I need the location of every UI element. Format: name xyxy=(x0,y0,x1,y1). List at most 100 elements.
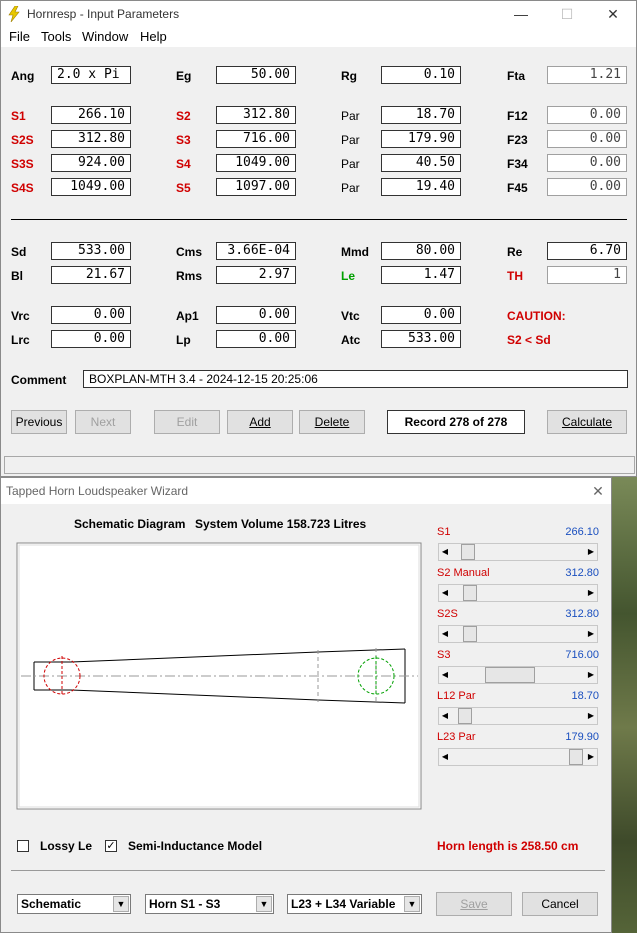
horn-select[interactable]: Horn S1 - S3 ▼ xyxy=(145,894,274,914)
menu-help[interactable]: Help xyxy=(140,29,167,44)
slider-thumb[interactable] xyxy=(458,708,472,724)
field-s3[interactable]: 716.00 xyxy=(216,130,296,148)
calculate-button[interactable]: Calculate xyxy=(547,410,627,434)
cancel-label: Cancel xyxy=(541,897,579,911)
field-f34: 0.00 xyxy=(547,154,627,172)
field-s2[interactable]: 312.80 xyxy=(216,106,296,124)
chevron-right-icon[interactable]: ▶ xyxy=(585,585,597,601)
slider-value: 716.00 xyxy=(565,649,599,661)
delete-button[interactable]: Delete xyxy=(299,410,365,434)
chevron-left-icon[interactable]: ◀ xyxy=(439,585,451,601)
slider-value: 266.10 xyxy=(565,526,599,538)
add-button[interactable]: Add xyxy=(227,410,293,434)
chevron-down-icon[interactable]: ▼ xyxy=(113,896,129,912)
next-button[interactable]: Next xyxy=(75,410,131,434)
label-par-45: Par xyxy=(341,181,360,195)
field-le[interactable]: 1.47 xyxy=(381,266,461,284)
slider-label: S1 xyxy=(437,526,451,538)
cancel-button[interactable]: Cancel xyxy=(522,892,598,916)
slider-track[interactable]: ◀ ▶ xyxy=(438,707,598,725)
field-vtc[interactable]: 0.00 xyxy=(381,306,461,324)
field-th[interactable]: 1 xyxy=(547,266,627,284)
field-l12[interactable]: 18.70 xyxy=(381,106,461,124)
menu-file[interactable]: File xyxy=(9,29,30,44)
field-s2s[interactable]: 312.80 xyxy=(51,130,131,148)
wizard-title-bar[interactable]: Tapped Horn Loudspeaker Wizard ✕ xyxy=(1,478,611,504)
next-label: Next xyxy=(90,415,116,429)
previous-button[interactable]: Previous xyxy=(11,410,67,434)
chevron-right-icon[interactable]: ▶ xyxy=(585,749,597,765)
slider-track[interactable]: ◀ ▶ xyxy=(438,625,598,643)
view-select[interactable]: Schematic ▼ xyxy=(17,894,131,914)
chevron-right-icon[interactable]: ▶ xyxy=(585,667,597,683)
chevron-left-icon[interactable]: ◀ xyxy=(439,708,451,724)
field-rg[interactable]: 0.10 xyxy=(381,66,461,84)
variable-select[interactable]: L23 + L34 Variable ▼ xyxy=(287,894,422,914)
menu-tools[interactable]: Tools xyxy=(41,29,71,44)
wizard-divider xyxy=(11,870,605,871)
close-button[interactable]: ✕ xyxy=(601,4,625,24)
slider-thumb[interactable] xyxy=(461,544,475,560)
field-s3s[interactable]: 924.00 xyxy=(51,154,131,172)
save-button[interactable]: Save xyxy=(436,892,512,916)
maximize-button[interactable]: ☐ xyxy=(555,4,579,24)
label-lrc: Lrc xyxy=(11,333,30,347)
slider-track[interactable]: ◀ ▶ xyxy=(438,748,598,766)
chevron-down-icon[interactable]: ▼ xyxy=(404,896,420,912)
field-bl[interactable]: 21.67 xyxy=(51,266,131,284)
slider-thumb[interactable] xyxy=(463,626,477,642)
field-ap1[interactable]: 0.00 xyxy=(216,306,296,324)
chevron-down-icon[interactable]: ▼ xyxy=(256,896,272,912)
menu-window[interactable]: Window xyxy=(82,29,128,44)
field-l45[interactable]: 19.40 xyxy=(381,178,461,196)
slider-thumb[interactable] xyxy=(569,749,583,765)
slider-track[interactable]: ◀ ▶ xyxy=(438,666,598,684)
slider-label: S2S xyxy=(437,608,458,620)
add-label: Add xyxy=(249,415,271,429)
title-bar[interactable]: Hornresp - Input Parameters — ☐ ✕ xyxy=(1,1,636,27)
label-lp: Lp xyxy=(176,333,191,347)
comment-field[interactable]: BOXPLAN-MTH 3.4 - 2024-12-15 20:25:06 xyxy=(83,370,628,388)
field-s5[interactable]: 1097.00 xyxy=(216,178,296,196)
field-ang[interactable]: 2.0 x Pi xyxy=(51,66,131,84)
label-f45: F45 xyxy=(507,181,528,195)
semi-inductance-checkbox[interactable]: ✓ xyxy=(105,840,117,852)
field-fta: 1.21 xyxy=(547,66,627,84)
field-vrc[interactable]: 0.00 xyxy=(51,306,131,324)
label-s3s: S3S xyxy=(11,157,34,171)
field-eg[interactable]: 50.00 xyxy=(216,66,296,84)
field-s1[interactable]: 266.10 xyxy=(51,106,131,124)
field-sd[interactable]: 533.00 xyxy=(51,242,131,260)
chevron-left-icon[interactable]: ◀ xyxy=(439,667,451,683)
label-rg: Rg xyxy=(341,69,357,83)
field-cms[interactable]: 3.66E-04 xyxy=(216,242,296,260)
field-l23[interactable]: 179.90 xyxy=(381,130,461,148)
chevron-right-icon[interactable]: ▶ xyxy=(585,626,597,642)
field-l34[interactable]: 40.50 xyxy=(381,154,461,172)
chevron-left-icon[interactable]: ◀ xyxy=(439,544,451,560)
field-s4s[interactable]: 1049.00 xyxy=(51,178,131,196)
slider-track[interactable]: ◀ ▶ xyxy=(438,543,598,561)
label-vtc: Vtc xyxy=(341,309,360,323)
lossy-le-checkbox[interactable] xyxy=(17,840,29,852)
chevron-left-icon[interactable]: ◀ xyxy=(439,626,451,642)
field-atc[interactable]: 533.00 xyxy=(381,330,461,348)
slider-track[interactable]: ◀ ▶ xyxy=(438,584,598,602)
minimize-button[interactable]: — xyxy=(509,4,533,24)
field-mmd[interactable]: 80.00 xyxy=(381,242,461,260)
chevron-right-icon[interactable]: ▶ xyxy=(585,708,597,724)
field-lrc[interactable]: 0.00 xyxy=(51,330,131,348)
horn-length: Horn length is 258.50 cm xyxy=(437,839,579,853)
edit-button[interactable]: Edit xyxy=(154,410,220,434)
field-s4[interactable]: 1049.00 xyxy=(216,154,296,172)
field-rms[interactable]: 2.97 xyxy=(216,266,296,284)
wizard-close-button[interactable]: ✕ xyxy=(586,481,610,501)
field-re[interactable]: 6.70 xyxy=(547,242,627,260)
field-lp[interactable]: 0.00 xyxy=(216,330,296,348)
label-bl: Bl xyxy=(11,269,23,283)
chevron-left-icon[interactable]: ◀ xyxy=(439,749,451,765)
slider-thumb[interactable] xyxy=(485,667,535,683)
chevron-right-icon[interactable]: ▶ xyxy=(585,544,597,560)
slider-thumb[interactable] xyxy=(463,585,477,601)
semi-inductance-label: Semi-Inductance Model xyxy=(128,839,263,853)
